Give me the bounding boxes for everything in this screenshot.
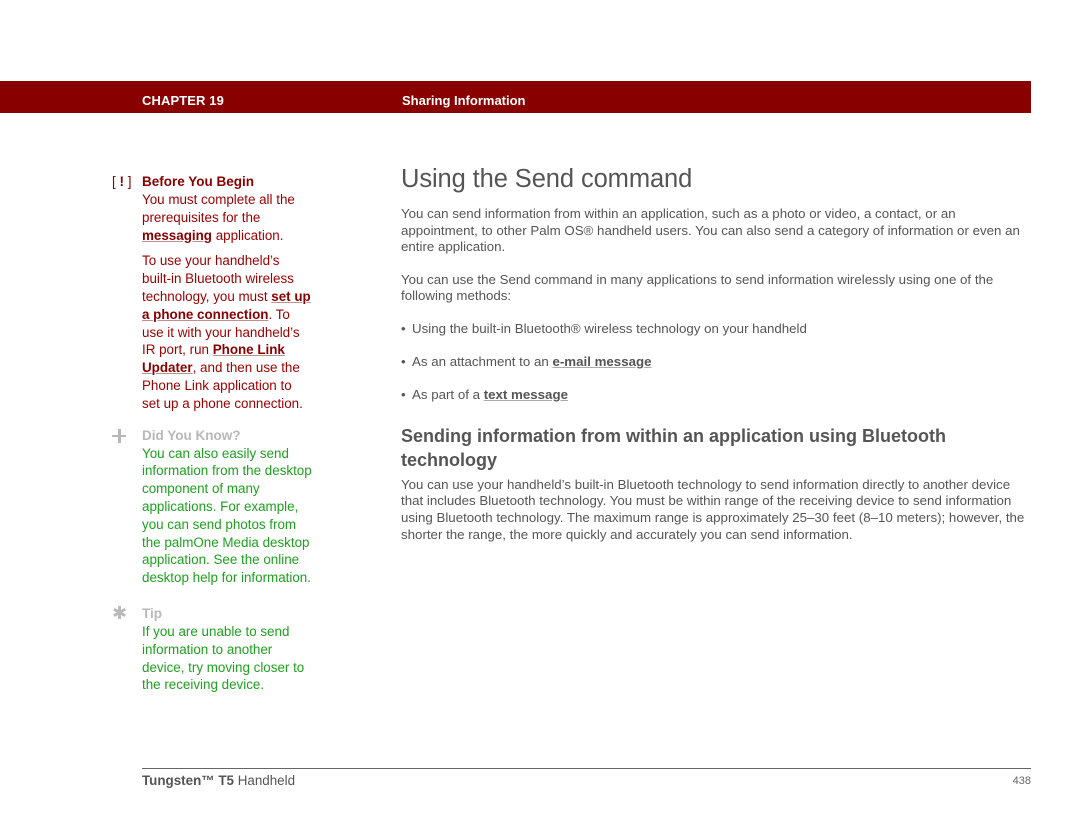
exclamation-bracket-icon: [ ! ]	[112, 174, 132, 189]
tip-title: Tip	[142, 605, 162, 621]
before-you-begin-box: [ ! ] Before You Begin You must complete…	[112, 173, 312, 413]
intro-paragraph: You can send information from within an …	[401, 206, 1020, 255]
section-subheading: Sending information from within an appli…	[401, 425, 946, 471]
did-you-know-body: You can also easily send information fro…	[142, 445, 312, 586]
sidebar: [ ! ] Before You Begin You must complete…	[112, 173, 312, 702]
footer-divider	[142, 768, 1031, 769]
asterisk-icon: ✱	[112, 602, 128, 623]
list-item: • Using the built-in Bluetooth® wireless …	[401, 320, 807, 336]
bullet-icon: •	[401, 387, 406, 403]
bluetooth-paragraph: You can use your handheld’s built-in Blu…	[401, 476, 1025, 542]
main-content: Using the Send command You can send info…	[401, 163, 1031, 559]
page-number: 438	[1012, 775, 1031, 787]
chapter-label: CHAPTER 19	[142, 93, 224, 108]
did-you-know-title: Did You Know?	[142, 427, 241, 443]
tip-box: ✱ Tip If you are unable to send informat…	[112, 602, 312, 694]
did-you-know-box: Did You Know? You can also easily send i…	[112, 427, 312, 587]
bullet-icon: •	[401, 320, 406, 336]
list-item: • As part of a text message	[401, 387, 568, 403]
methods-intro-paragraph: You can use the Send command in many app…	[401, 271, 994, 304]
footer-product-name: Tungsten™ T5 Handheld	[142, 773, 296, 788]
tip-body: If you are unable to send information to…	[142, 623, 305, 693]
text-message-link[interactable]: text message	[484, 387, 568, 402]
plus-icon	[112, 428, 126, 443]
messaging-link[interactable]: messaging	[142, 228, 212, 243]
bullet-icon: •	[401, 354, 406, 370]
methods-list: • Using the built-in Bluetooth® wireless …	[401, 321, 1031, 404]
list-item: • As an attachment to an e-mail message	[401, 354, 652, 370]
page-title: Using the Send command	[401, 165, 693, 193]
before-you-begin-title: Before You Begin	[142, 174, 255, 189]
email-message-link[interactable]: e-mail message	[552, 354, 651, 369]
before-you-begin-body: You must complete all the prerequisites …	[142, 192, 311, 411]
chapter-section-title: Sharing Information	[402, 93, 526, 108]
